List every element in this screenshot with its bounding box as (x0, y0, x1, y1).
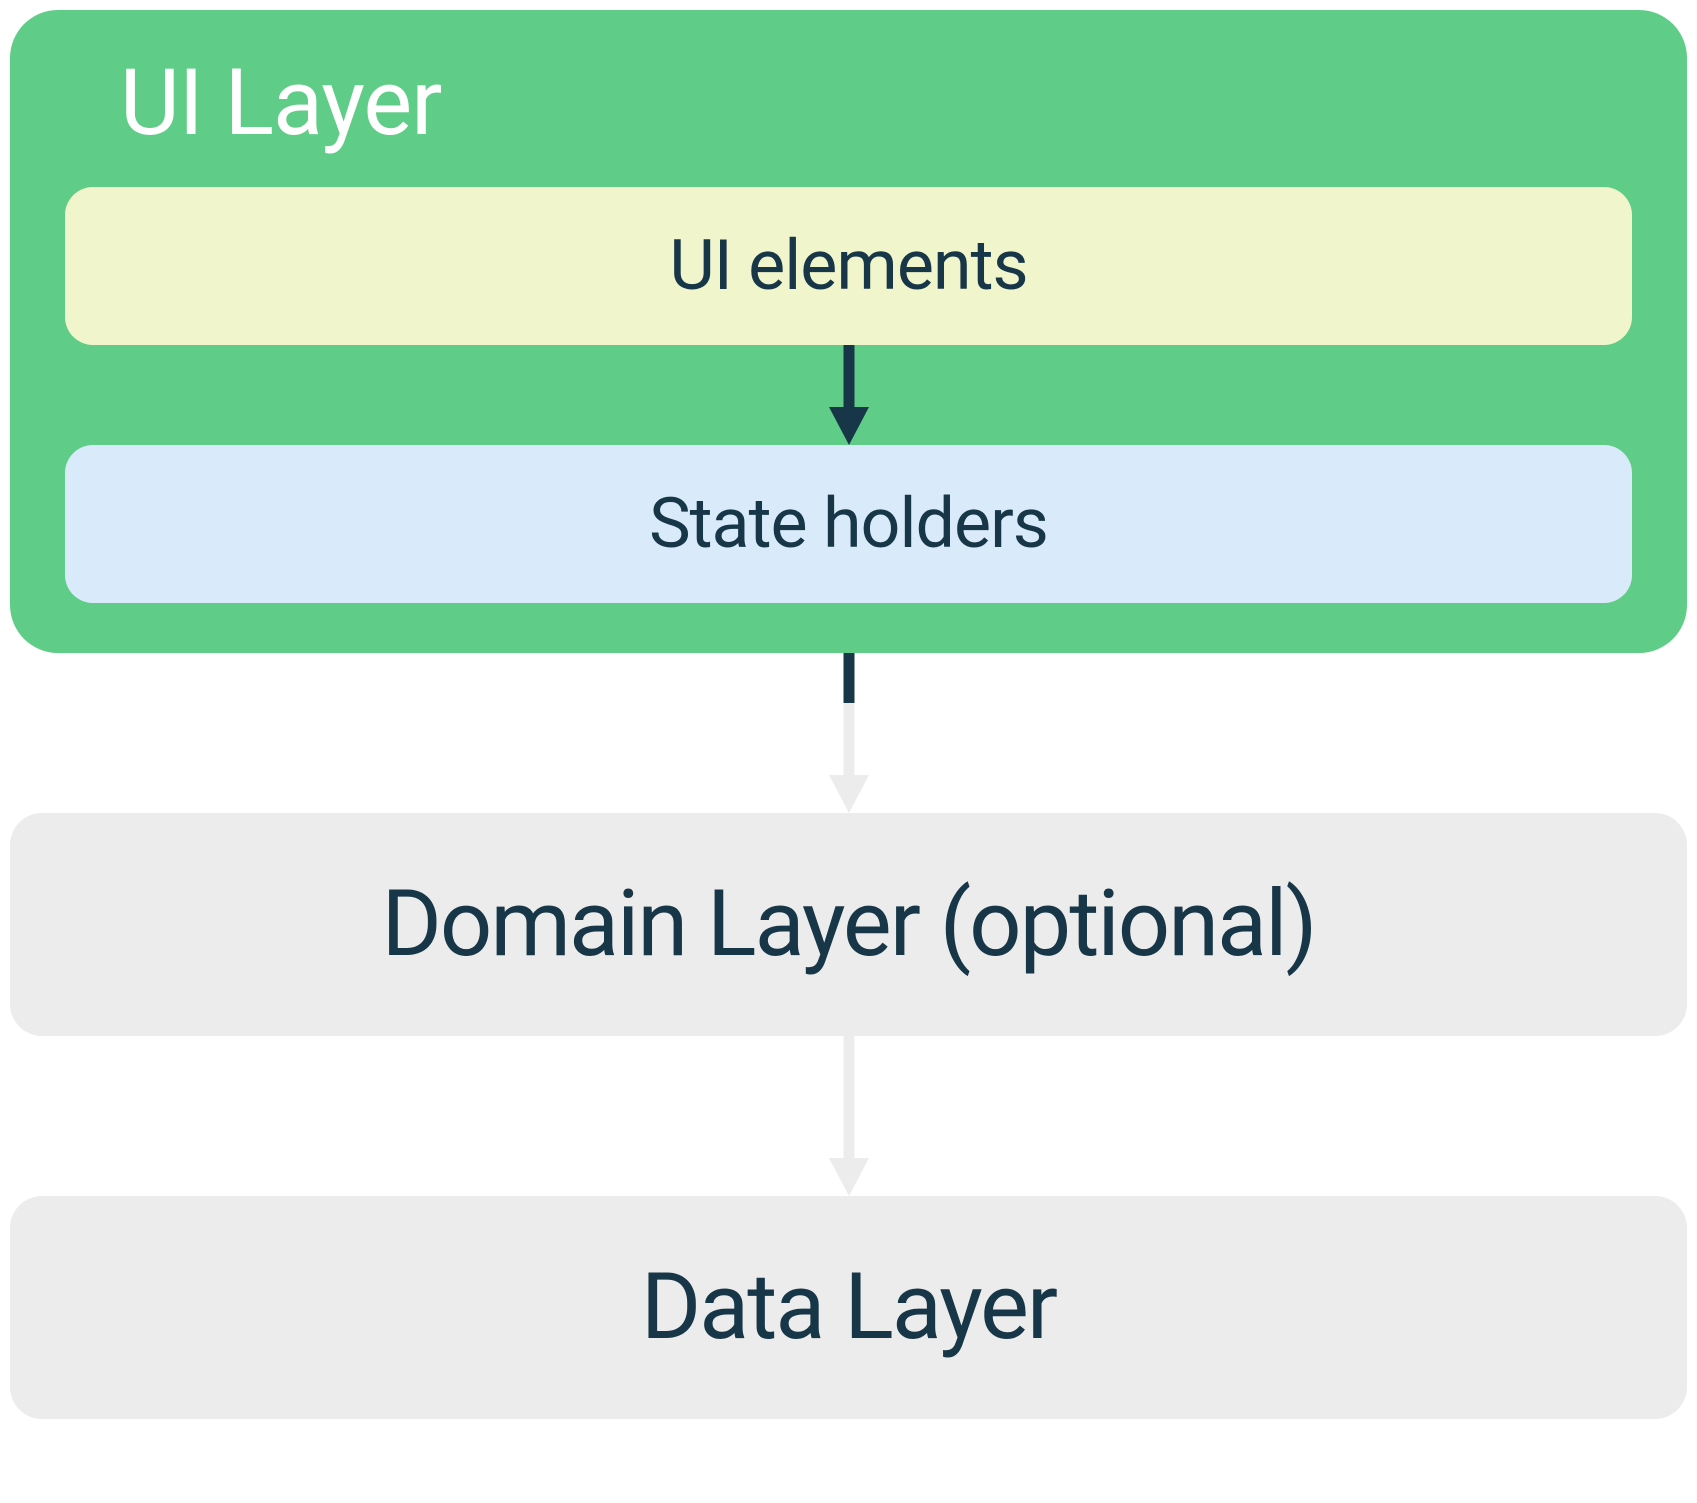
arrow-ui-to-domain (819, 653, 879, 813)
arrow-down-icon (819, 1036, 879, 1196)
ui-layer-title: UI Layer (120, 50, 1632, 157)
arrow-ui-to-state (65, 345, 1632, 445)
ui-layer-container: UI Layer UI elements State holders (10, 10, 1687, 653)
ui-elements-box: UI elements (65, 187, 1632, 345)
arrow-down-icon (819, 653, 879, 813)
domain-layer-box: Domain Layer (optional) (10, 813, 1687, 1036)
data-layer-box: Data Layer (10, 1196, 1687, 1419)
architecture-diagram: UI Layer UI elements State holders Domai… (10, 10, 1687, 1419)
arrow-down-icon (819, 345, 879, 445)
arrow-domain-to-data (819, 1036, 879, 1196)
state-holders-box: State holders (65, 445, 1632, 603)
